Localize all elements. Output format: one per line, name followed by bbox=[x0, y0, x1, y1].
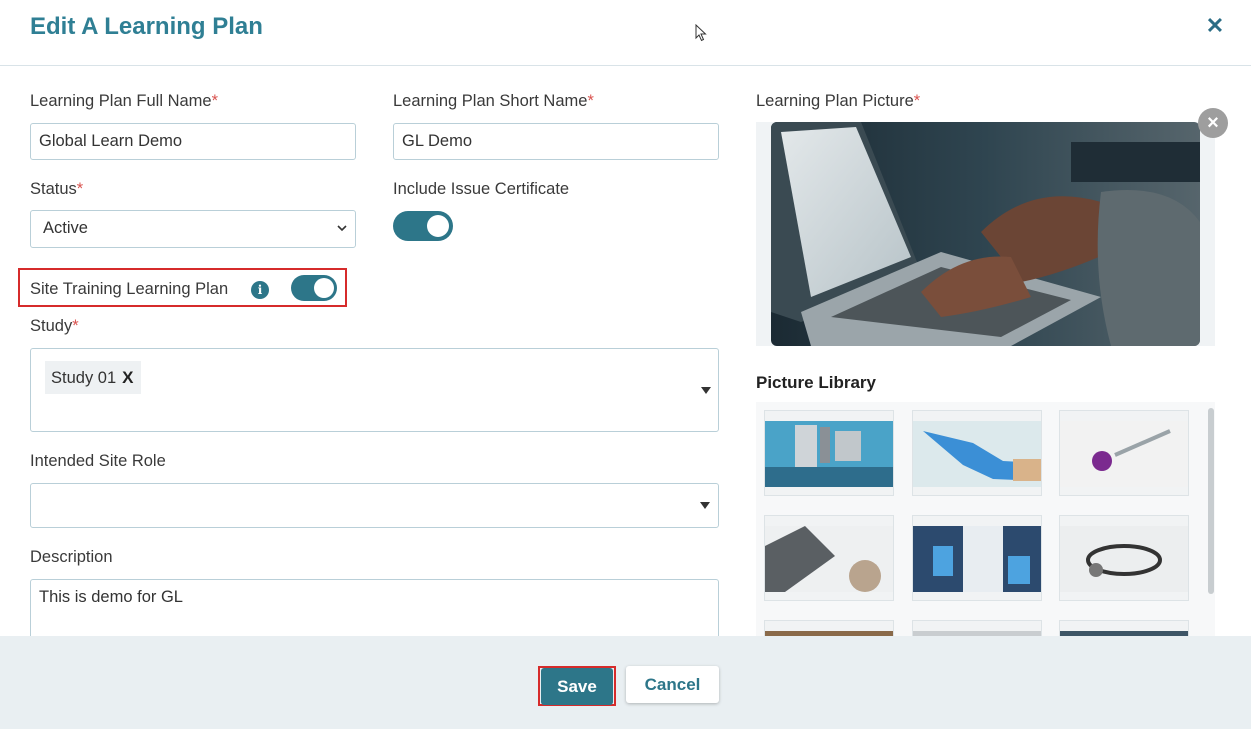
dialog-header: Edit A Learning Plan ✕ bbox=[0, 0, 1251, 66]
cancel-button[interactable]: Cancel bbox=[626, 666, 719, 703]
issue-certificate-label: Include Issue Certificate bbox=[393, 180, 570, 198]
full-name-label: Learning Plan Full Name* bbox=[30, 92, 219, 110]
thumbnail-laptop-desk[interactable] bbox=[764, 515, 894, 601]
picture-frame bbox=[756, 122, 1215, 346]
toggle-knob bbox=[314, 278, 334, 298]
description-label: Description bbox=[30, 548, 113, 566]
study-chip: Study 01 X bbox=[45, 361, 142, 394]
thumbnail-stethoscope[interactable] bbox=[1059, 515, 1189, 601]
status-value: Active bbox=[43, 219, 88, 237]
thumbnail-microscope[interactable] bbox=[764, 410, 894, 496]
site-training-toggle[interactable] bbox=[291, 275, 337, 301]
picture-label: Learning Plan Picture* bbox=[756, 92, 921, 110]
thumbnail-virus-syringe[interactable] bbox=[1059, 410, 1189, 496]
site-role-label: Intended Site Role bbox=[30, 452, 166, 470]
save-button[interactable]: Save bbox=[541, 668, 613, 705]
toggle-knob bbox=[427, 215, 449, 237]
site-training-label: Site Training Learning Plan bbox=[30, 280, 229, 298]
learning-plan-picture bbox=[771, 122, 1200, 346]
study-multiselect[interactable]: Study 01 X bbox=[30, 348, 719, 432]
issue-certificate-toggle[interactable] bbox=[393, 211, 453, 241]
short-name-input[interactable]: GL Demo bbox=[393, 123, 719, 160]
picture-library-title: Picture Library bbox=[756, 373, 876, 392]
full-name-input[interactable]: Global Learn Demo bbox=[30, 123, 356, 160]
thumbnail-blue-glove[interactable] bbox=[912, 410, 1042, 496]
study-label: Study* bbox=[30, 317, 79, 335]
thumbnail-lab-scientist[interactable] bbox=[912, 515, 1042, 601]
remove-picture-icon[interactable]: × bbox=[1198, 108, 1228, 138]
chip-remove-icon[interactable]: X bbox=[122, 368, 133, 387]
dialog-title: Edit A Learning Plan bbox=[30, 13, 263, 40]
chevron-down-icon bbox=[337, 225, 347, 232]
picture-library bbox=[756, 402, 1215, 642]
library-scrollbar[interactable] bbox=[1208, 408, 1214, 594]
status-label: Status* bbox=[30, 180, 84, 198]
short-name-label: Learning Plan Short Name* bbox=[393, 92, 594, 110]
chip-label: Study 01 bbox=[51, 369, 117, 387]
caret-down-icon[interactable] bbox=[700, 502, 710, 509]
info-icon[interactable]: i bbox=[251, 281, 269, 299]
mouse-cursor-icon bbox=[695, 24, 707, 42]
site-role-select[interactable] bbox=[30, 483, 719, 528]
caret-down-icon[interactable] bbox=[701, 387, 711, 394]
close-icon[interactable]: ✕ bbox=[1203, 14, 1227, 38]
status-select[interactable]: Active bbox=[30, 210, 356, 248]
